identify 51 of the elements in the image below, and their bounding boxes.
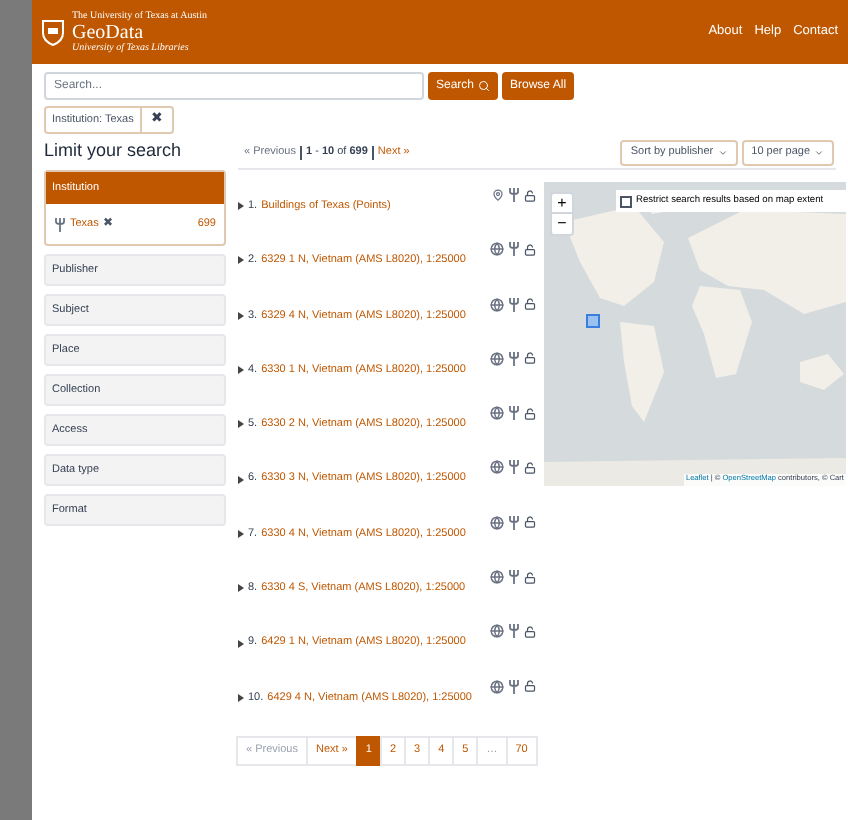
zoom-out-button[interactable]: −	[552, 214, 572, 234]
expand-caret-icon[interactable]	[238, 529, 244, 538]
globe-icon	[490, 242, 504, 257]
globe-icon	[490, 297, 504, 312]
site-title[interactable]: GeoData	[72, 21, 207, 43]
trident-icon	[508, 242, 520, 257]
trident-icon	[508, 624, 520, 639]
trident-icon	[54, 217, 66, 231]
expand-caret-icon[interactable]	[238, 366, 244, 375]
trident-icon	[508, 188, 520, 202]
unlock-icon	[524, 243, 536, 256]
zoom-in-button[interactable]: +	[552, 194, 572, 214]
sidebar-title: Limit your search	[44, 138, 184, 164]
unlock-icon	[524, 571, 536, 584]
trident-icon	[508, 460, 520, 475]
unlock-icon	[524, 352, 536, 365]
trident-icon	[508, 297, 520, 312]
globe-icon	[490, 515, 504, 530]
map-pin-icon	[492, 188, 504, 202]
unlock-icon	[524, 407, 536, 420]
trident-icon	[508, 406, 520, 421]
globe-icon	[490, 679, 504, 694]
checkbox[interactable]	[620, 195, 632, 207]
expand-caret-icon[interactable]	[238, 256, 244, 265]
unlock-icon	[524, 461, 536, 474]
globe-icon	[490, 351, 504, 366]
trident-icon	[508, 351, 520, 366]
expand-caret-icon[interactable]	[238, 311, 244, 320]
expand-caret-icon[interactable]	[238, 202, 244, 211]
unlock-icon	[524, 680, 536, 693]
bounding-box-marker	[586, 314, 600, 328]
trident-icon	[508, 679, 520, 694]
shield-logo-icon	[42, 19, 64, 45]
globe-icon	[490, 406, 504, 421]
globe-icon	[490, 624, 504, 639]
expand-caret-icon[interactable]	[238, 639, 244, 647]
expand-caret-icon[interactable]	[238, 693, 244, 702]
unlock-icon	[524, 189, 536, 201]
trident-icon	[508, 570, 520, 585]
unlock-icon	[524, 516, 536, 529]
expand-caret-icon[interactable]	[238, 475, 244, 484]
unlock-icon	[524, 298, 536, 311]
caret-icon	[814, 148, 824, 158]
expand-caret-icon[interactable]	[238, 420, 244, 429]
expand-caret-icon[interactable]	[238, 584, 244, 593]
unlock-icon	[524, 625, 536, 638]
search-icon	[478, 80, 491, 92]
globe-icon	[490, 460, 504, 475]
caret-icon	[717, 148, 728, 158]
globe-icon	[490, 570, 504, 585]
trident-icon	[508, 515, 520, 530]
